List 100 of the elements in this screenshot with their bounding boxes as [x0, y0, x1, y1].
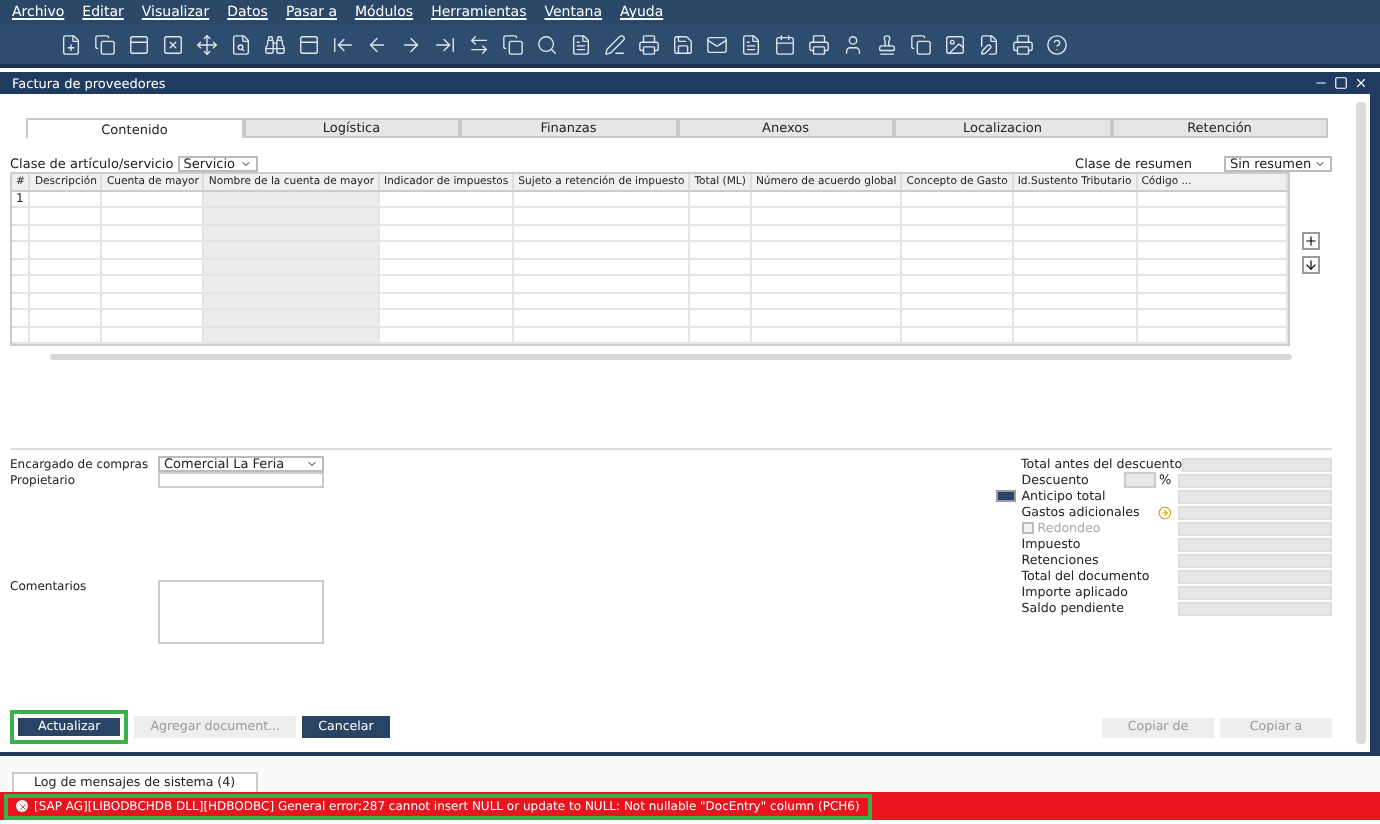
- table-cell[interactable]: [1137, 310, 1288, 327]
- table-cell[interactable]: [12, 225, 31, 242]
- table-cell[interactable]: [690, 208, 752, 225]
- table-cell[interactable]: [30, 327, 103, 344]
- table-cell[interactable]: [751, 225, 903, 242]
- swap-icon[interactable]: [468, 33, 490, 55]
- table-cell[interactable]: [1137, 208, 1288, 225]
- table-cell[interactable]: [1137, 259, 1288, 276]
- table-cell[interactable]: [751, 191, 903, 208]
- add-row-button[interactable]: [1302, 232, 1320, 250]
- table-cell[interactable]: [1013, 327, 1138, 344]
- table-cell[interactable]: [690, 191, 752, 208]
- first-record-icon[interactable]: [332, 33, 354, 55]
- table-cell[interactable]: [204, 276, 381, 293]
- table-cell[interactable]: [751, 293, 903, 310]
- table-cell[interactable]: [902, 242, 1014, 259]
- table-cell[interactable]: [12, 242, 31, 259]
- input-field[interactable]: [1123, 472, 1156, 488]
- table-cell[interactable]: [1137, 327, 1288, 344]
- table-cell[interactable]: [902, 191, 1014, 208]
- file-edit-icon[interactable]: [978, 33, 1000, 55]
- table-cell[interactable]: [1013, 225, 1138, 242]
- table-cell[interactable]: [380, 327, 515, 344]
- table-cell[interactable]: [690, 242, 752, 259]
- user-icon[interactable]: [842, 33, 864, 55]
- table-cell[interactable]: [690, 327, 752, 344]
- comments-field[interactable]: [158, 580, 324, 644]
- table-cell[interactable]: [902, 208, 1014, 225]
- table-cell[interactable]: [1013, 191, 1138, 208]
- horizontal-scrollbar[interactable]: [50, 354, 1292, 360]
- table-cell[interactable]: [514, 191, 691, 208]
- table-cell[interactable]: [751, 327, 903, 344]
- table-cell[interactable]: [1137, 225, 1288, 242]
- table-cell[interactable]: [1137, 242, 1288, 259]
- copy-icon[interactable]: [910, 33, 932, 55]
- table-cell[interactable]: [12, 310, 31, 327]
- file-search-icon[interactable]: [230, 33, 252, 55]
- calendar-icon[interactable]: [774, 33, 796, 55]
- table-cell[interactable]: [690, 293, 752, 310]
- copy-icon[interactable]: [94, 33, 116, 55]
- table-cell[interactable]: [751, 208, 903, 225]
- previous-icon[interactable]: [366, 33, 388, 55]
- next-icon[interactable]: [400, 33, 422, 55]
- new-document-icon[interactable]: [60, 33, 82, 55]
- search-icon[interactable]: [536, 33, 558, 55]
- document-icon[interactable]: [570, 33, 592, 55]
- table-cell[interactable]: [902, 293, 1014, 310]
- print-icon[interactable]: [1012, 33, 1034, 55]
- table-cell[interactable]: [751, 259, 903, 276]
- table-cell[interactable]: [380, 259, 515, 276]
- table-cell[interactable]: [30, 276, 103, 293]
- close-icon[interactable]: [1354, 76, 1368, 90]
- table-cell[interactable]: [514, 242, 691, 259]
- table-cell[interactable]: [514, 293, 691, 310]
- table-cell[interactable]: [902, 259, 1014, 276]
- save-icon[interactable]: [672, 33, 694, 55]
- table-cell[interactable]: [380, 208, 515, 225]
- table-cell[interactable]: [30, 293, 103, 310]
- details-button[interactable]: [996, 490, 1017, 502]
- table-cell[interactable]: [514, 310, 691, 327]
- table-cell[interactable]: [902, 310, 1014, 327]
- table-cell[interactable]: [514, 208, 691, 225]
- table-cell[interactable]: [902, 225, 1014, 242]
- window-icon[interactable]: [128, 33, 150, 55]
- table-cell[interactable]: [30, 242, 103, 259]
- table-cell[interactable]: [30, 191, 103, 208]
- input-field[interactable]: [158, 472, 324, 488]
- checkbox[interactable]: [1021, 522, 1034, 534]
- table-cell[interactable]: [380, 276, 515, 293]
- binoculars-icon[interactable]: [264, 33, 286, 55]
- table-cell[interactable]: [380, 293, 515, 310]
- table-cell[interactable]: [514, 327, 691, 344]
- move-icon[interactable]: [196, 33, 218, 55]
- table-cell[interactable]: [30, 259, 103, 276]
- table-cell[interactable]: [514, 225, 691, 242]
- copy-icon[interactable]: [502, 33, 524, 55]
- last-record-icon[interactable]: [434, 33, 456, 55]
- table-cell[interactable]: [1013, 242, 1138, 259]
- table-cell[interactable]: [751, 242, 903, 259]
- table-cell[interactable]: [30, 225, 103, 242]
- stamp-icon[interactable]: [876, 33, 898, 55]
- table-cell[interactable]: [380, 310, 515, 327]
- table-cell[interactable]: [1137, 293, 1288, 310]
- table-cell[interactable]: [751, 310, 903, 327]
- close-box-icon[interactable]: [162, 33, 184, 55]
- table-cell[interactable]: [30, 310, 103, 327]
- table-cell[interactable]: [1013, 259, 1138, 276]
- vertical-scrollbar[interactable]: [1356, 102, 1366, 744]
- print-icon[interactable]: [638, 33, 660, 55]
- table-cell[interactable]: [12, 293, 31, 310]
- table-cell[interactable]: [1137, 276, 1288, 293]
- table-cell[interactable]: [690, 310, 752, 327]
- table-cell[interactable]: [902, 276, 1014, 293]
- document-icon[interactable]: [740, 33, 762, 55]
- table-cell[interactable]: [12, 208, 31, 225]
- table-cell[interactable]: [1013, 208, 1138, 225]
- table-cell[interactable]: [902, 327, 1014, 344]
- mail-icon[interactable]: [706, 33, 728, 55]
- image-icon[interactable]: [944, 33, 966, 55]
- print-icon[interactable]: [808, 33, 830, 55]
